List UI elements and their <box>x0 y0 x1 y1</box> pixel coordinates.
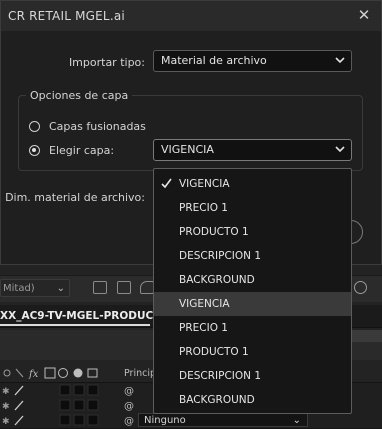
layer-menu-item-label: VIGENCIA <box>179 298 230 310</box>
mask-icon[interactable] <box>140 281 154 294</box>
layer-switches-icons: fx <box>3 367 98 380</box>
chevron-down-icon: ⌄ <box>56 283 65 294</box>
layer-row-switches: ✱ @ <box>2 414 134 427</box>
footage-dimensions-label: Dim. material de archivo: <box>5 191 145 204</box>
layer-menu-item[interactable]: PRODUCTO 1 <box>154 340 351 364</box>
composition-tab[interactable]: XX_AC9-TV-MGEL-PRODUCTO <box>0 310 169 322</box>
layer-menu-item-label: VIGENCIA <box>179 178 230 190</box>
close-icon[interactable]: ✕ <box>355 6 373 24</box>
layer-menu-item[interactable]: BACKGROUND <box>154 268 351 292</box>
active-tab-indicator <box>0 324 150 326</box>
parent-dropdown[interactable]: Ninguno ⌄ <box>138 413 308 427</box>
svg-text:✱: ✱ <box>2 387 10 397</box>
radio-merged-layers[interactable] <box>29 121 40 132</box>
transparency-grid-icon[interactable] <box>117 281 131 294</box>
layer-menu-item-label: BACKGROUND <box>179 394 255 406</box>
resolution-label: Mitad) <box>3 283 35 294</box>
layer-menu-item-label: PRODUCTO 1 <box>179 346 249 358</box>
layer-menu-item[interactable]: BACKGROUND <box>154 388 351 412</box>
layer-menu-item[interactable]: DESCRIPCION 1 <box>154 364 351 388</box>
svg-text:@: @ <box>124 416 134 427</box>
snapshot-icon[interactable] <box>93 281 107 294</box>
radio-choose-layer[interactable] <box>29 145 40 156</box>
layer-menu-item[interactable]: PRECIO 1 <box>154 196 351 220</box>
radio-merged-label: Capas fusionadas <box>49 120 146 133</box>
layer-menu-item-label: PRECIO 1 <box>179 202 228 214</box>
svg-text:✱: ✱ <box>2 417 10 427</box>
color-wheel-icon[interactable] <box>354 281 367 294</box>
layer-menu-item[interactable]: VIGENCIA <box>154 172 351 196</box>
layer-options-legend: Opciones de capa <box>26 89 133 102</box>
radio-choose-label: Elegir capa: <box>49 144 115 157</box>
layer-menu-item[interactable]: PRODUCTO 1 <box>154 220 351 244</box>
layer-menu-item-label: PRODUCTO 1 <box>179 226 249 238</box>
svg-text:@: @ <box>124 386 134 397</box>
checkmark-icon <box>161 178 172 189</box>
import-type-value: Material de archivo <box>161 54 267 67</box>
layer-dropdown-menu: VIGENCIA PRECIO 1 PRODUCTO 1 DESCRIPCION 1 B… <box>153 168 352 414</box>
layer-menu-item[interactable]: VIGENCIA <box>154 292 351 316</box>
layer-menu-item[interactable]: DESCRIPCION 1 <box>154 244 351 268</box>
choose-layer-dropdown[interactable]: VIGENCIA <box>153 139 352 161</box>
svg-text:fx: fx <box>28 369 39 380</box>
chevron-down-icon <box>335 57 345 64</box>
chevron-down-icon: ⌄ <box>292 415 301 426</box>
chevron-down-icon <box>335 146 345 153</box>
layer-menu-item-label: BACKGROUND <box>179 274 255 286</box>
dialog-title: CR RETAIL MGEL.ai <box>8 9 125 23</box>
layer-menu-item-label: PRECIO 1 <box>179 322 228 334</box>
layer-row-switches: ✱ @ <box>2 384 134 397</box>
svg-text:✱: ✱ <box>2 402 10 412</box>
resolution-dropdown[interactable]: Mitad) ⌄ <box>0 279 70 297</box>
parent-column-header: Princip <box>124 368 157 379</box>
layer-menu-item-label: DESCRIPCION 1 <box>179 370 262 382</box>
layer-menu-item-label: DESCRIPCION 1 <box>179 250 262 262</box>
timeline-ruler <box>352 330 382 342</box>
layer-menu-item[interactable]: PRECIO 1 <box>154 316 351 340</box>
svg-text:@: @ <box>124 401 134 412</box>
layer-row-switches: ✱ @ <box>2 399 134 412</box>
import-type-dropdown[interactable]: Material de archivo <box>153 50 352 72</box>
choose-layer-value: VIGENCIA <box>161 143 214 156</box>
import-type-label: Importar tipo: <box>68 56 145 69</box>
dialog-titlebar: CR RETAIL MGEL.ai ✕ <box>1 1 381 31</box>
parent-dropdown-value: Ninguno <box>144 415 186 426</box>
